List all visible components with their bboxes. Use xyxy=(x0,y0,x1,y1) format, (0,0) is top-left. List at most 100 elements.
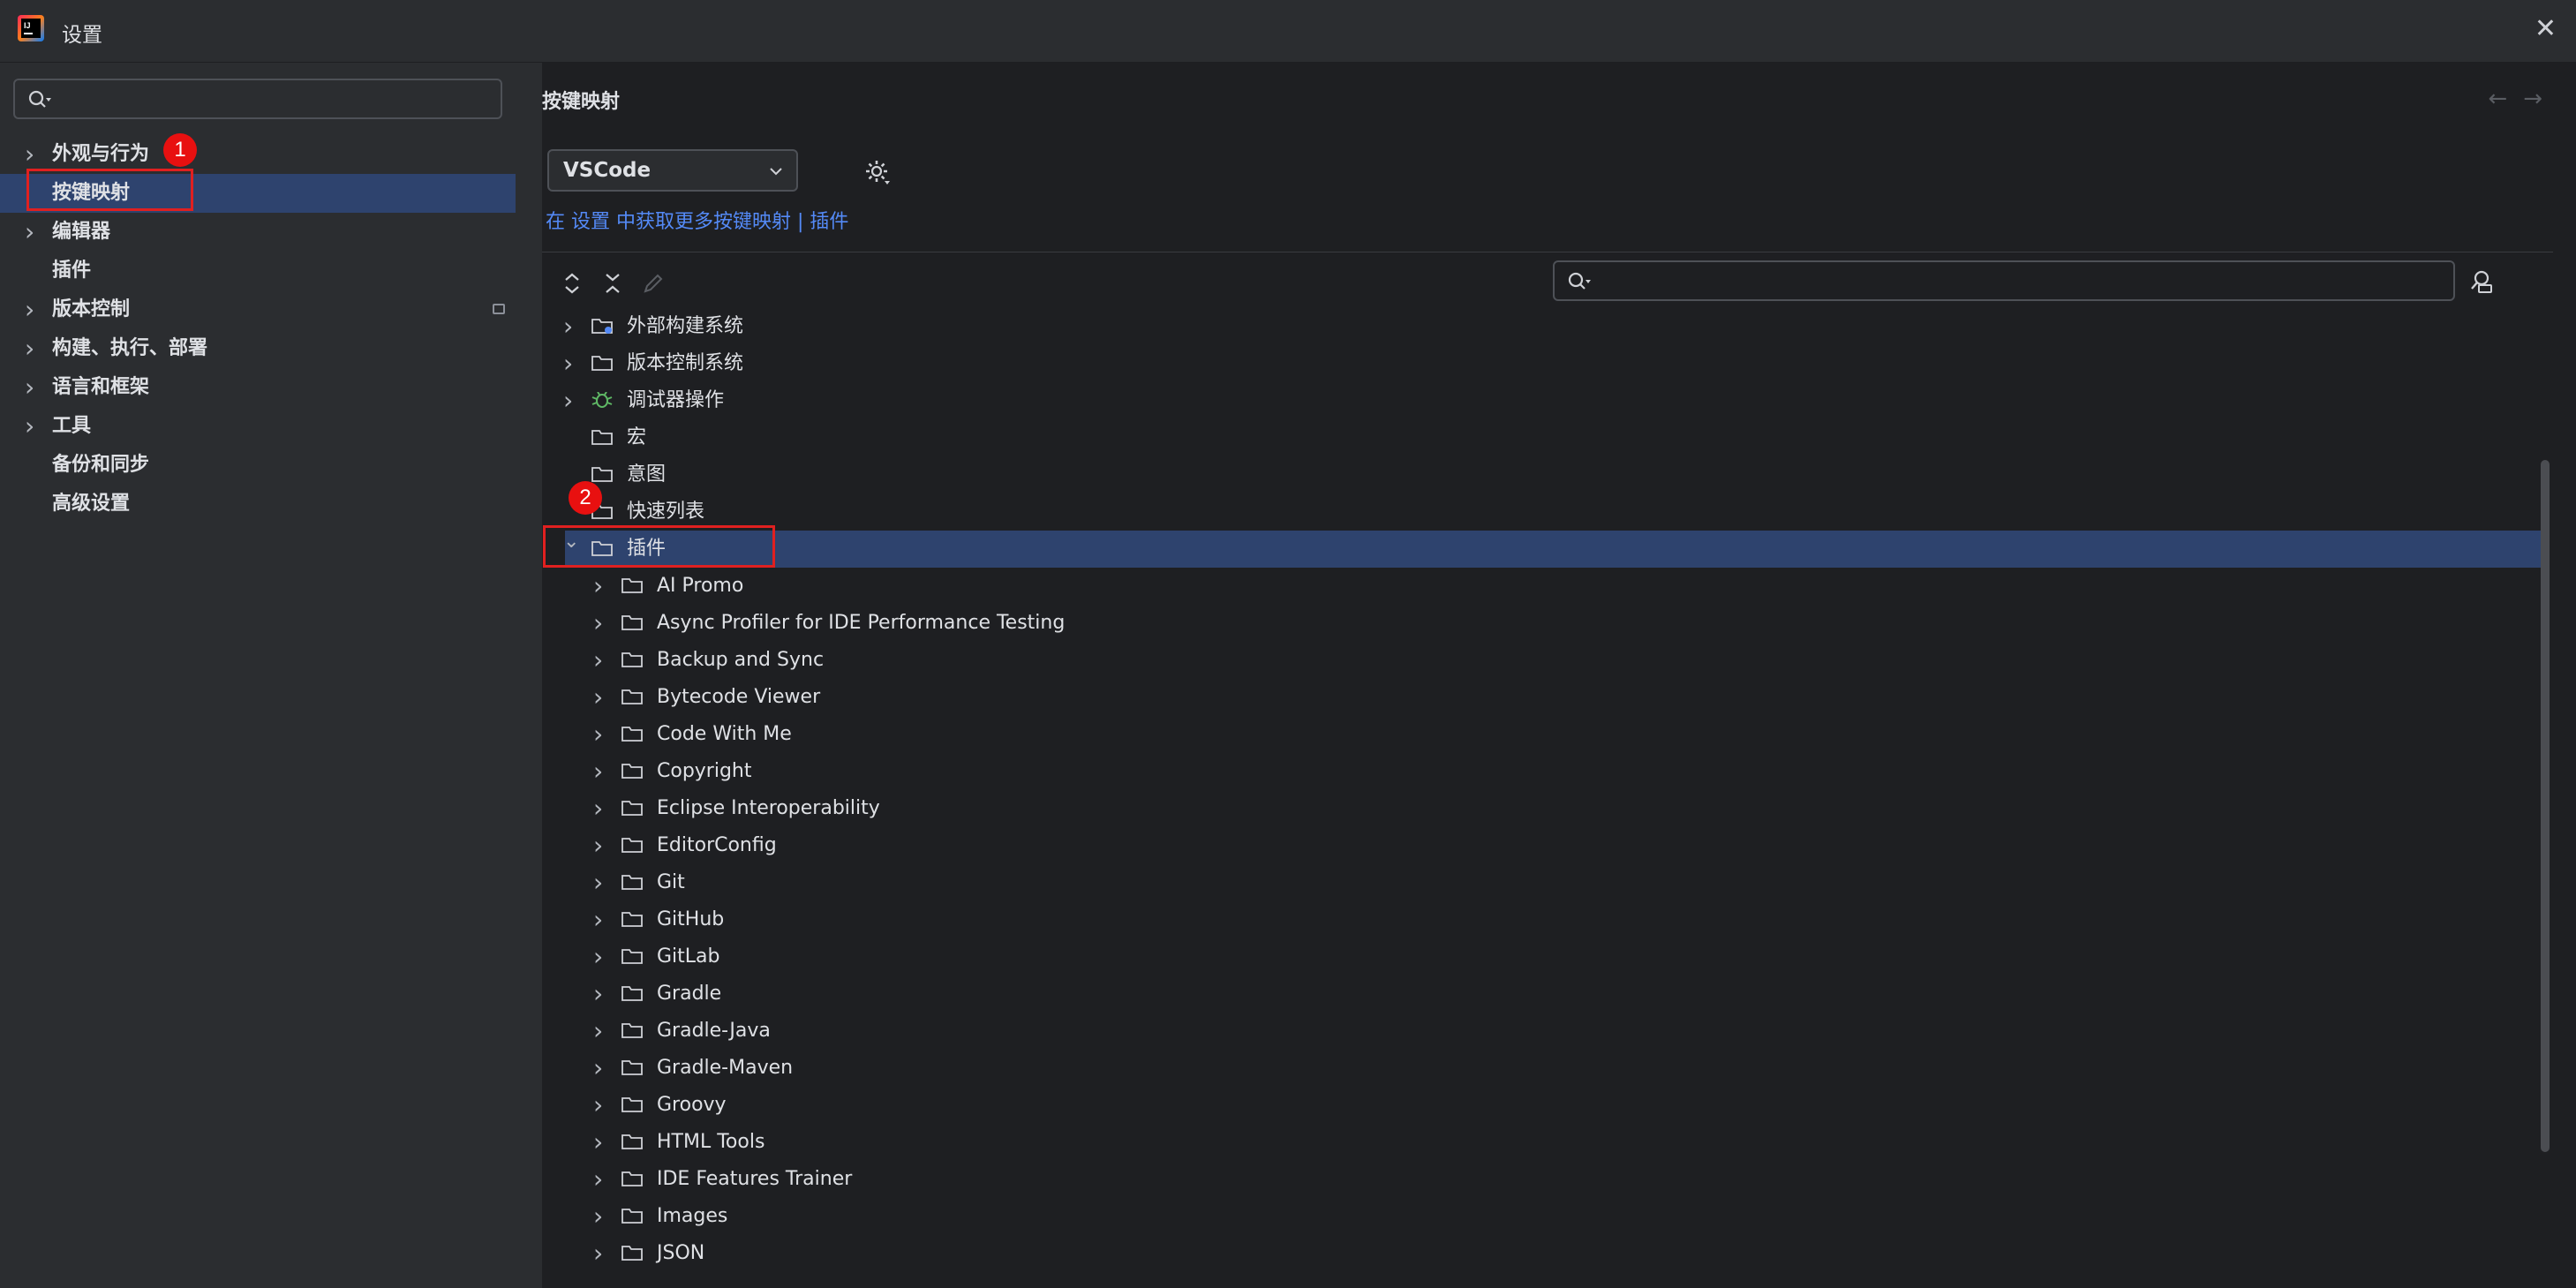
tree-row[interactable]: › Bytecode Viewer xyxy=(542,679,2541,716)
tree-row[interactable]: ⌄ 插件 xyxy=(563,531,2541,568)
folder-icon xyxy=(591,356,613,371)
sidebar-item[interactable]: › 工具 xyxy=(0,407,516,446)
history-arrows: ←→ xyxy=(2488,86,2558,112)
tree-row[interactable]: › EditorConfig xyxy=(542,827,2541,864)
sidebar-item[interactable]: 备份和同步 xyxy=(0,446,516,485)
gear-icon[interactable] xyxy=(863,158,892,186)
tree-row[interactable]: › Backup and Sync xyxy=(542,642,2541,679)
back-arrow-icon[interactable]: ← xyxy=(2488,86,2523,112)
sidebar-item[interactable]: 高级设置 xyxy=(0,485,516,523)
chevron-right-icon[interactable]: › xyxy=(593,1050,603,1087)
folder-icon xyxy=(621,1023,643,1038)
chevron-right-icon[interactable]: › xyxy=(593,938,603,975)
tree-row[interactable]: › GitLab xyxy=(542,938,2541,975)
chevron-right-icon[interactable]: › xyxy=(593,975,603,1013)
chevron-right-icon[interactable]: › xyxy=(25,368,34,407)
settings-search[interactable] xyxy=(13,79,502,119)
tree-row[interactable]: › 调试器操作 xyxy=(542,382,2541,419)
tree-row[interactable]: › Eclipse Interoperability xyxy=(542,790,2541,827)
folder-icon xyxy=(591,430,613,445)
tree-row[interactable]: › Async Profiler for IDE Performance Test… xyxy=(542,605,2541,642)
tree-row[interactable]: › Gradle xyxy=(542,975,2541,1013)
forward-arrow-icon[interactable]: → xyxy=(2523,86,2558,112)
tree-row[interactable]: › IDE Features Trainer xyxy=(542,1161,2541,1198)
tree-row[interactable]: › 外部构建系统 xyxy=(542,308,2541,345)
folder-icon xyxy=(621,1097,643,1112)
search-icon xyxy=(28,90,51,108)
tree-row[interactable]: › Gradle-Java xyxy=(542,1013,2541,1050)
tree-row[interactable]: › JSON xyxy=(542,1235,2541,1272)
keymap-dropdown[interactable]: VSCode xyxy=(547,149,798,192)
chevron-right-icon[interactable]: › xyxy=(25,213,34,252)
more-keymaps-link[interactable]: 在 设置 中获取更多按键映射 | 插件 xyxy=(546,206,848,234)
tree-row[interactable]: › Images xyxy=(542,1198,2541,1235)
edit-shortcut-icon[interactable] xyxy=(641,271,666,296)
tree-row-label: Copyright xyxy=(657,760,752,782)
chevron-right-icon[interactable]: › xyxy=(593,1124,603,1161)
chevron-right-icon[interactable]: › xyxy=(593,1161,603,1198)
annotation-box-1 xyxy=(26,169,193,211)
chevron-right-icon[interactable]: › xyxy=(593,1235,603,1272)
chevron-right-icon[interactable]: › xyxy=(593,901,603,938)
chevron-right-icon[interactable]: › xyxy=(593,1198,603,1235)
chevron-right-icon[interactable]: › xyxy=(593,642,603,679)
collapse-all-icon[interactable] xyxy=(602,271,623,296)
chevron-right-icon[interactable]: › xyxy=(593,568,603,605)
folder-icon xyxy=(621,764,643,779)
chevron-right-icon[interactable]: › xyxy=(593,864,603,901)
chevron-right-icon[interactable]: › xyxy=(593,679,603,716)
chevron-right-icon[interactable]: › xyxy=(593,827,603,864)
tree-row[interactable]: › 版本控制系统 xyxy=(542,345,2541,382)
folder-icon xyxy=(621,727,643,742)
close-icon[interactable]: ✕ xyxy=(2535,13,2557,44)
sidebar-item[interactable]: › 版本控制 xyxy=(0,290,516,329)
settings-search-input[interactable] xyxy=(68,86,495,114)
chevron-right-icon[interactable]: › xyxy=(25,290,34,329)
sidebar-item[interactable]: › 语言和框架 xyxy=(0,368,516,407)
action-search-input[interactable] xyxy=(1608,267,2441,296)
tree-scrollbar[interactable] xyxy=(2541,460,2550,1152)
folder-icon xyxy=(621,578,643,593)
tree-row[interactable]: › Groovy xyxy=(542,1087,2541,1124)
chevron-right-icon[interactable]: › xyxy=(593,1013,603,1050)
tree-row-label: Bytecode Viewer xyxy=(657,686,821,708)
folder-icon xyxy=(621,912,643,927)
find-by-shortcut-icon[interactable] xyxy=(2467,266,2497,296)
tree-row-label: HTML Tools xyxy=(657,1131,765,1153)
tree-row[interactable]: › Git xyxy=(542,864,2541,901)
tree-row[interactable]: › AI Promo xyxy=(542,568,2541,605)
folder-icon xyxy=(621,875,643,890)
chevron-right-icon[interactable]: › xyxy=(593,1087,603,1124)
tree-row[interactable]: › HTML Tools xyxy=(542,1124,2541,1161)
tree-row-label: 意图 xyxy=(627,463,667,486)
expand-all-icon[interactable] xyxy=(561,271,583,296)
tree-row[interactable]: 意图 xyxy=(542,456,2541,493)
tree-row[interactable]: › Code With Me xyxy=(542,716,2541,753)
tree-row[interactable]: 宏 xyxy=(542,419,2541,456)
tree-row[interactable]: › Copyright xyxy=(542,753,2541,790)
action-search[interactable] xyxy=(1553,260,2455,301)
chevron-right-icon[interactable]: › xyxy=(593,753,603,790)
tree-row[interactable]: › GitHub xyxy=(542,901,2541,938)
chevron-right-icon[interactable]: › xyxy=(25,407,34,446)
chevron-right-icon[interactable]: › xyxy=(563,345,573,382)
chevron-right-icon[interactable]: › xyxy=(25,329,34,368)
folder-icon xyxy=(621,1060,643,1075)
sidebar-item[interactable]: › 编辑器 xyxy=(0,213,516,252)
chevron-right-icon[interactable]: › xyxy=(593,716,603,753)
tree-row[interactable]: › Gradle-Maven xyxy=(542,1050,2541,1087)
sidebar-item[interactable]: 插件 xyxy=(0,252,516,290)
folder-icon xyxy=(621,1246,643,1261)
chevron-right-icon[interactable]: › xyxy=(593,790,603,827)
annotation-badge-2: 2 xyxy=(569,481,602,515)
tree-row[interactable]: 快速列表 xyxy=(542,493,2541,531)
panel-divider[interactable] xyxy=(530,63,542,1288)
chevron-right-icon[interactable]: › xyxy=(593,605,603,642)
settings-sidebar: › 外观与行为 按键映射 › 编辑器 插件 › 版本控制 › 构建、执行、部署 › 语言和框架 › 工具备… xyxy=(0,63,530,1288)
chevron-right-icon[interactable]: › xyxy=(563,382,573,419)
keymap-value: VSCode xyxy=(563,159,652,182)
sidebar-item[interactable]: › 构建、执行、部署 xyxy=(0,329,516,368)
tree-row-label: Groovy xyxy=(657,1094,727,1116)
svg-text:IJ: IJ xyxy=(24,21,31,30)
chevron-right-icon[interactable]: › xyxy=(563,308,573,345)
